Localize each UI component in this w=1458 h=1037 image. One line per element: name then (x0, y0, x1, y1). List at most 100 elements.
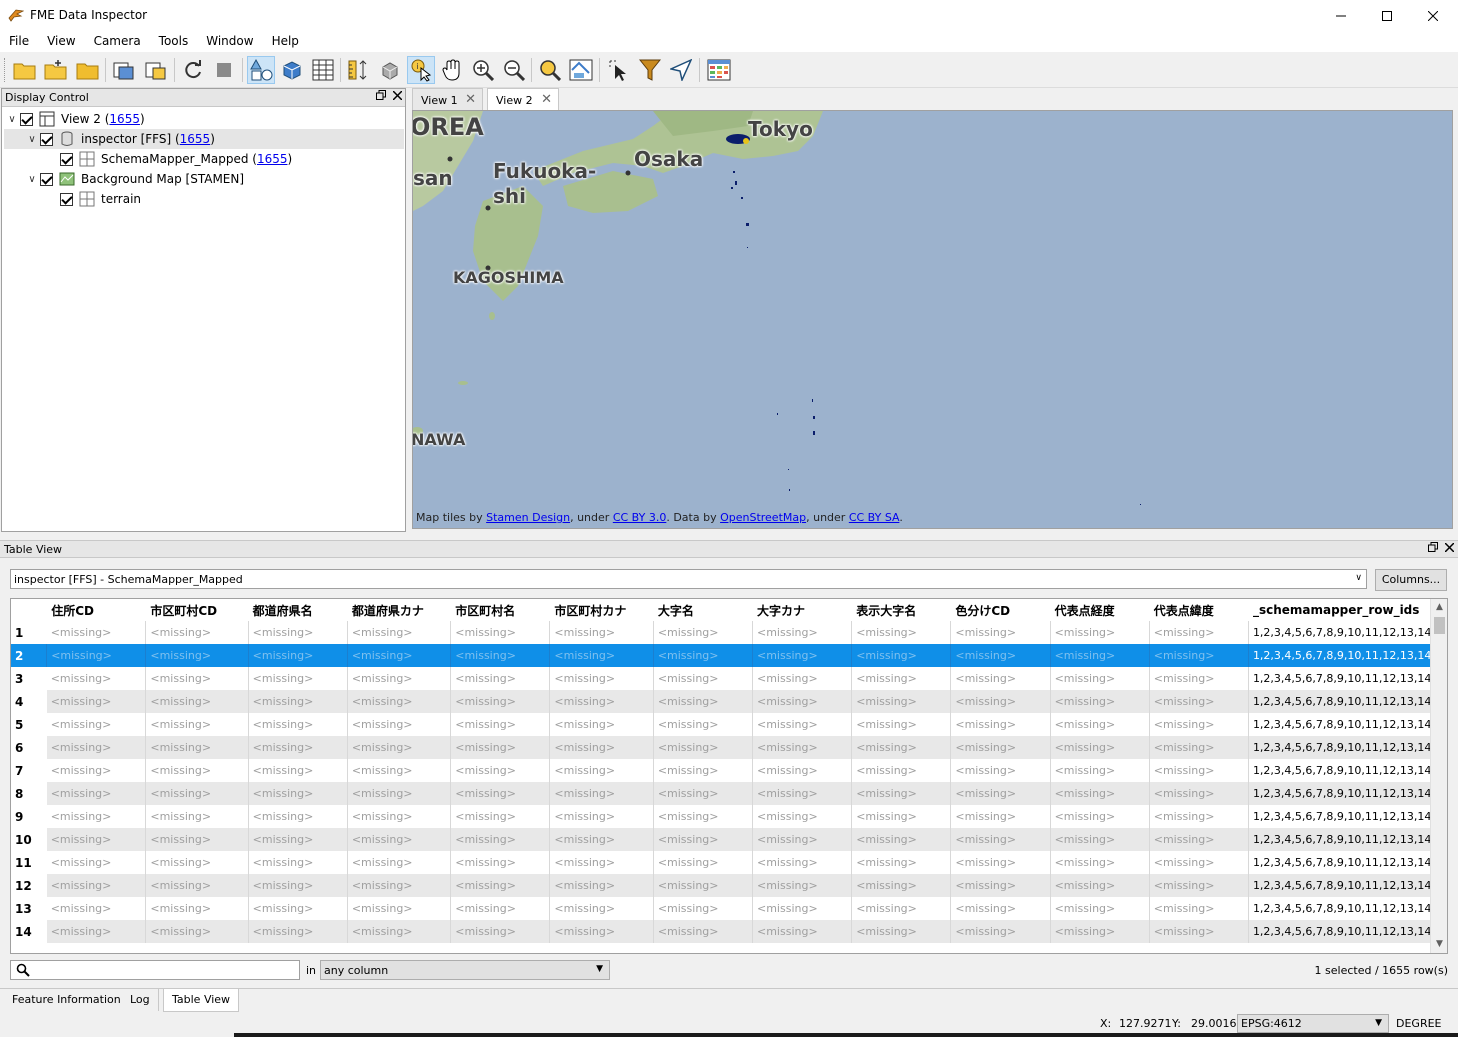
3d-view-button[interactable] (278, 56, 306, 84)
table-cell[interactable]: <missing> (653, 851, 754, 874)
table-cell[interactable]: <missing> (450, 621, 551, 644)
column-header[interactable]: 市区町村カナ (549, 599, 654, 621)
maximize-button[interactable] (1364, 0, 1410, 31)
table-cell[interactable]: <missing> (752, 828, 853, 851)
table-row[interactable]: 11 <missing> <missing> <missing> <missing> <m… (11, 851, 1447, 874)
table-cell[interactable]: <missing> (46, 851, 147, 874)
table-cell[interactable]: <missing> (450, 874, 551, 897)
table-row[interactable]: 8 <missing> <missing> <missing> <missing> <mi… (11, 782, 1447, 805)
table-cell[interactable]: <missing> (145, 667, 249, 690)
column-header[interactable]: 市区町村CD (145, 599, 249, 621)
table-cell[interactable]: <missing> (950, 621, 1051, 644)
table-cell[interactable]: <missing> (248, 851, 348, 874)
table-cell[interactable]: <missing> (1050, 828, 1150, 851)
table-row[interactable]: 10 <missing> <missing> <missing> <missing> <m… (11, 828, 1447, 851)
table-cell[interactable]: <missing> (248, 874, 348, 897)
row-number[interactable]: 1 (11, 621, 47, 644)
dataset-select[interactable]: inspector [FFS] - SchemaMapper_Mapped ∨ (10, 569, 1367, 589)
table-cell[interactable]: <missing> (145, 828, 249, 851)
table-cell[interactable]: <missing> (752, 644, 853, 667)
column-header[interactable]: 市区町村名 (450, 599, 551, 621)
table-cell[interactable]: <missing> (145, 874, 249, 897)
table-cell[interactable]: <missing> (752, 736, 853, 759)
column-header[interactable]: 都道府県名 (248, 599, 348, 621)
cc-by-sa-link[interactable]: CC BY SA (849, 511, 900, 524)
table-cell[interactable]: <missing> (248, 782, 348, 805)
columns-button[interactable]: Columns... (1375, 569, 1447, 591)
count-link-view2[interactable]: 1655 (109, 112, 140, 126)
table-cell[interactable]: <missing> (653, 805, 754, 828)
table-cell[interactable]: 1,2,3,4,5,6,7,8,9,10,11,12,13,14... (1248, 920, 1447, 943)
table-cell[interactable]: <missing> (752, 920, 853, 943)
table-cell[interactable]: <missing> (347, 828, 452, 851)
table-cell[interactable]: <missing> (1149, 828, 1249, 851)
table-cell[interactable]: <missing> (653, 782, 754, 805)
table-cell[interactable]: <missing> (950, 759, 1051, 782)
table-cell[interactable]: <missing> (752, 713, 853, 736)
row-number[interactable]: 8 (11, 782, 47, 805)
table-cell[interactable]: <missing> (752, 759, 853, 782)
table-cell[interactable]: <missing> (248, 690, 348, 713)
table-cell[interactable]: <missing> (46, 759, 147, 782)
row-number[interactable]: 4 (11, 690, 47, 713)
table-row[interactable]: 5 <missing> <missing> <missing> <missing> <mi… (11, 713, 1447, 736)
table-cell[interactable]: <missing> (46, 667, 147, 690)
table-cell[interactable]: 1,2,3,4,5,6,7,8,9,10,11,12,13,14... (1248, 736, 1447, 759)
table-cell[interactable]: <missing> (248, 621, 348, 644)
checkbox-schemamapper[interactable] (60, 152, 73, 166)
table-cell[interactable]: 1,2,3,4,5,6,7,8,9,10,11,12,13,14... (1248, 851, 1447, 874)
checkbox-background-map[interactable] (40, 172, 53, 186)
table-row[interactable]: 6 <missing> <missing> <missing> <missing> <mi… (11, 736, 1447, 759)
table-cell[interactable]: 1,2,3,4,5,6,7,8,9,10,11,12,13,14... (1248, 874, 1447, 897)
table-cell[interactable]: <missing> (46, 713, 147, 736)
table-cell[interactable]: <missing> (752, 851, 853, 874)
vertical-scrollbar[interactable]: ▲ ▼ (1430, 599, 1447, 953)
table-cell[interactable]: 1,2,3,4,5,6,7,8,9,10,11,12,13,14... (1248, 690, 1447, 713)
cc-by-link[interactable]: CC BY 3.0 (613, 511, 667, 524)
row-number[interactable]: 2 (11, 644, 48, 667)
table-cell[interactable]: <missing> (145, 644, 249, 667)
column-header[interactable]: 都道府県カナ (347, 599, 452, 621)
chevron-down-icon[interactable]: ∨ (24, 134, 40, 145)
menu-file[interactable]: File (0, 31, 38, 52)
table-cell[interactable]: <missing> (248, 920, 348, 943)
row-number[interactable]: 7 (11, 759, 47, 782)
table-cell[interactable]: 1,2,3,4,5,6,7,8,9,10,11,12,13,14... (1248, 828, 1447, 851)
table-cell[interactable]: <missing> (653, 690, 754, 713)
table-row[interactable]: 7 <missing> <missing> <missing> <missing> <mi… (11, 759, 1447, 782)
zoom-out-button[interactable] (500, 56, 528, 84)
table-cell[interactable]: <missing> (549, 897, 654, 920)
table-cell[interactable]: <missing> (46, 690, 147, 713)
table-cell[interactable]: <missing> (1050, 736, 1150, 759)
table-cell[interactable]: <missing> (950, 874, 1051, 897)
column-header[interactable]: 大字カナ (752, 599, 853, 621)
tree-item-terrain[interactable]: terrain (4, 189, 404, 209)
table-cell[interactable]: <missing> (46, 897, 147, 920)
zoom-extents-button[interactable] (567, 56, 595, 84)
table-cell[interactable]: <missing> (549, 851, 654, 874)
table-cell[interactable]: 1,2,3,4,5,6,7,8,9,10,11,12,13,14... (1248, 667, 1447, 690)
table-cell[interactable]: <missing> (248, 736, 348, 759)
table-cell[interactable]: <missing> (1149, 690, 1249, 713)
table-cell[interactable]: <missing> (752, 782, 853, 805)
chevron-down-icon[interactable]: ∨ (24, 174, 40, 185)
table-cell[interactable]: <missing> (950, 851, 1051, 874)
table-cell[interactable]: <missing> (450, 759, 551, 782)
table-cell[interactable]: 1,2,3,4,5,6,7,8,9,10,11,12,13,14... (1248, 644, 1447, 667)
menu-tools[interactable]: Tools (150, 31, 198, 52)
pan-button[interactable] (438, 56, 466, 84)
table-cell[interactable]: <missing> (46, 920, 147, 943)
table-cell[interactable]: <missing> (347, 621, 452, 644)
table-cell[interactable]: <missing> (1050, 920, 1150, 943)
table-cell[interactable]: <missing> (950, 690, 1051, 713)
table-cell[interactable]: <missing> (145, 782, 249, 805)
table-row[interactable]: 1 <missing> <missing> <missing> <missing> <mi… (11, 621, 1447, 644)
table-cell[interactable]: <missing> (653, 713, 754, 736)
toolbar-grip[interactable] (4, 58, 7, 82)
checkbox-terrain[interactable] (60, 192, 73, 206)
float-panel-button[interactable] (1426, 542, 1440, 556)
table-cell[interactable]: <missing> (450, 667, 551, 690)
table-search-input[interactable] (10, 960, 300, 980)
tree-item-background-map[interactable]: ∨ Background Map [STAMEN] (4, 169, 404, 189)
table-cell[interactable]: <missing> (653, 621, 754, 644)
